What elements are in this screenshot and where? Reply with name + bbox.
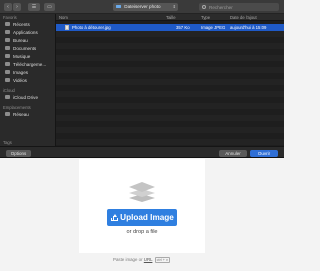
- sidebar-item-network[interactable]: Réseau: [5, 111, 29, 119]
- location-popup[interactable]: Dateiserver photo ⇕: [113, 3, 178, 11]
- file-size: 357 Ko: [176, 25, 190, 30]
- file-type: Image JPEG: [201, 25, 226, 30]
- sidebar-item-label: Vidéos: [13, 78, 27, 83]
- empty-row: [56, 91, 284, 97]
- search-field[interactable]: [199, 3, 279, 11]
- sidebar-item-desktop[interactable]: Bureau: [5, 37, 28, 45]
- file-name: Photo à détourer.jpg: [72, 25, 111, 30]
- clock-icon: [5, 22, 10, 27]
- sidebar-item-label: Documents: [13, 46, 37, 51]
- upload-button-label: Upload Image: [120, 213, 174, 222]
- group-button[interactable]: ▭: [44, 3, 55, 11]
- image-icon: [5, 70, 10, 75]
- empty-row: [56, 127, 284, 133]
- dialog-footer: Options Annuler Ouvrir: [0, 146, 284, 157]
- sidebar: Favoris Récents Applications Bureau Docu…: [0, 14, 56, 146]
- sidebar-item-videos[interactable]: Vidéos: [5, 77, 27, 85]
- sidebar-header-locations: Emplacements: [3, 105, 31, 110]
- sidebar-item-label: Musique: [13, 54, 31, 59]
- empty-row: [56, 139, 284, 145]
- music-icon: [5, 54, 10, 59]
- empty-row: [56, 103, 284, 109]
- sidebar-item-label: Applications: [13, 30, 38, 35]
- paste-shortcut-key: ctrl + v: [154, 257, 170, 263]
- empty-row: [56, 55, 284, 61]
- sidebar-item-recents[interactable]: Récents: [5, 21, 30, 29]
- url-link[interactable]: URL: [144, 257, 153, 262]
- paste-hint-text: Paste image or: [113, 257, 143, 262]
- search-icon: [202, 4, 206, 9]
- sidebar-header-tags: Tags: [3, 140, 12, 145]
- upload-card: [79, 159, 205, 253]
- sidebar-item-label: iCloud Drive: [13, 95, 39, 100]
- cloud-icon: [5, 95, 10, 100]
- open-button[interactable]: Ouvrir: [250, 149, 278, 157]
- empty-row: [56, 31, 284, 37]
- download-icon: [5, 62, 10, 67]
- column-header-name[interactable]: Nom: [59, 14, 68, 21]
- upload-image-button[interactable]: Upload Image: [107, 209, 177, 226]
- view-mode-button[interactable]: ☰: [28, 3, 40, 11]
- forward-button[interactable]: ›: [13, 3, 21, 11]
- sidebar-item-label: Bureau: [13, 38, 28, 43]
- layers-icon: [129, 182, 155, 202]
- dialog-toolbar: ‹ › ☰ ▭ Dateiserver photo ⇕: [0, 0, 284, 14]
- folder-icon: [116, 4, 121, 9]
- document-icon: [5, 46, 10, 51]
- column-header-size[interactable]: Taille: [166, 14, 176, 21]
- sidebar-item-label: Réseau: [13, 112, 29, 117]
- file-date-added: aujourd'hui à 15:09: [230, 25, 267, 30]
- network-icon: [5, 112, 10, 117]
- file-list-header: Nom Taille Type Date de l'ajout: [56, 14, 284, 21]
- cancel-button[interactable]: Annuler: [219, 149, 247, 157]
- search-input[interactable]: [209, 3, 275, 11]
- paste-hint: Paste image or URL ctrl + v: [79, 257, 205, 263]
- sidebar-item-label: Téléchargeme...: [13, 62, 47, 67]
- sidebar-header-favorites: Favoris: [3, 15, 17, 20]
- applications-icon: [5, 30, 10, 35]
- file-list: Nom Taille Type Date de l'ajout Photo à …: [56, 14, 284, 146]
- video-icon: [5, 78, 10, 83]
- table-row[interactable]: Photo à détourer.jpg 357 Ko Image JPEG a…: [56, 24, 284, 31]
- sidebar-item-music[interactable]: Musique: [5, 53, 30, 61]
- sidebar-item-documents[interactable]: Documents: [5, 45, 36, 53]
- sidebar-header-icloud: iCloud: [3, 88, 15, 93]
- empty-row: [56, 115, 284, 121]
- empty-row: [56, 79, 284, 85]
- image-file-icon: [65, 25, 69, 30]
- back-button[interactable]: ‹: [4, 3, 12, 11]
- sidebar-item-images[interactable]: Images: [5, 69, 28, 77]
- sidebar-item-label: Images: [13, 70, 29, 75]
- sidebar-item-applications[interactable]: Applications: [5, 29, 38, 37]
- empty-row: [56, 43, 284, 49]
- upload-icon: [110, 213, 119, 221]
- drop-file-text: or drop a file: [126, 229, 158, 235]
- sidebar-item-downloads[interactable]: Téléchargeme...: [5, 61, 46, 69]
- desktop-icon: [5, 38, 10, 43]
- file-open-dialog: ‹ › ☰ ▭ Dateiserver photo ⇕ Favoris Réce…: [0, 0, 284, 158]
- column-header-date[interactable]: Date de l'ajout: [230, 14, 257, 21]
- empty-row: [56, 67, 284, 73]
- sidebar-item-label: Récents: [13, 22, 30, 27]
- column-header-type[interactable]: Type: [201, 14, 210, 21]
- options-button[interactable]: Options: [6, 149, 31, 157]
- chevron-updown-icon: ⇕: [172, 4, 176, 9]
- location-label: Dateiserver photo: [124, 4, 161, 9]
- sidebar-item-icloud-drive[interactable]: iCloud Drive: [5, 94, 38, 102]
